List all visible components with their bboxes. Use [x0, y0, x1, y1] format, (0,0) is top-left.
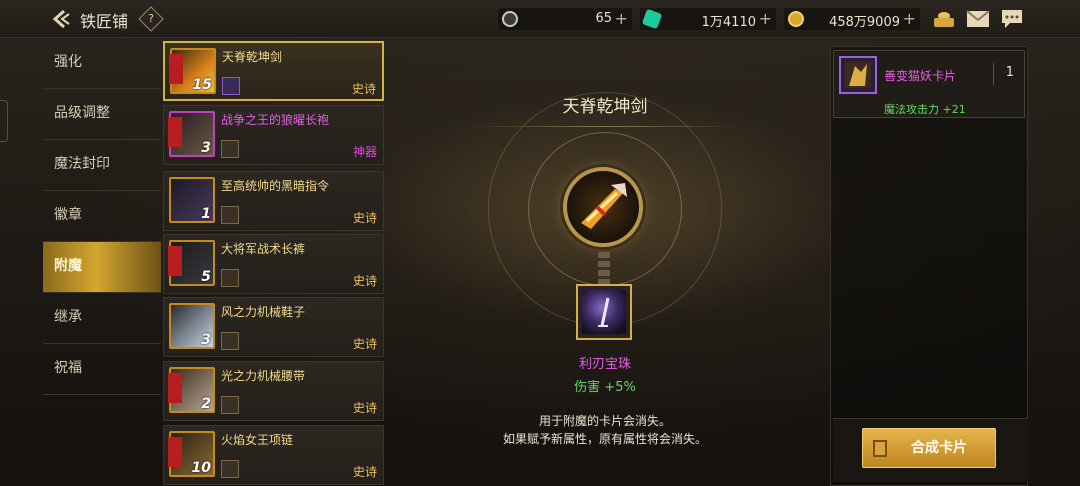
back-arrow-icon[interactable] [50, 8, 72, 30]
item-level: 5 [201, 269, 211, 285]
function-menu: 强化 品级调整 魔法封印 徽章 附魔 继承 祝福 [43, 38, 161, 486]
currency-gem: 1万4110 + [640, 8, 776, 30]
new-tag [168, 246, 182, 276]
synthesize-card-button[interactable]: 合成卡片 [862, 428, 996, 468]
menu-item-magic-seal[interactable]: 魔法封印 [43, 140, 161, 191]
item-level: 3 [201, 332, 211, 348]
list-item[interactable]: 2 光之力机械腰带 史诗 [163, 361, 384, 421]
item-name: 战争之王的狼曜长袍 [221, 113, 330, 127]
menu-item-grade-adjust[interactable]: 品级调整 [43, 89, 161, 140]
card-thumbnail [839, 56, 877, 94]
card-slot-icon [221, 269, 239, 287]
item-rarity: 史诗 [352, 465, 377, 479]
cards-icon [873, 440, 887, 457]
mail-icon[interactable] [966, 8, 990, 30]
orb-icon [582, 290, 626, 334]
item-thumbnail: 3 [169, 303, 215, 349]
page-title: 铁匠铺 [80, 12, 129, 31]
list-item[interactable]: 1 至高统帅的黑暗指令 史诗 [163, 171, 384, 231]
card-slot-icon [221, 460, 239, 478]
list-item[interactable]: 15 天脊乾坤剑 史诗 [163, 41, 384, 101]
enchant-notice: 用于附魔的卡片会消失。 如果赋予新属性，原有属性将会消失。 [470, 412, 740, 448]
card-count: 1 [1005, 65, 1014, 80]
new-tag [168, 437, 182, 467]
item-thumbnail: 10 [168, 431, 215, 477]
item-thumbnail: 15 [169, 48, 216, 94]
chain [598, 252, 610, 284]
divider [993, 63, 994, 85]
gem-icon [641, 8, 663, 30]
item-name: 至高统帅的黑暗指令 [221, 179, 330, 193]
new-tag [168, 373, 182, 403]
menu-item-enchant[interactable]: 附魔 [43, 242, 161, 293]
coin-icon [502, 11, 518, 27]
menu-item-inherit[interactable]: 继承 [43, 293, 161, 344]
enchant-card-name: 利刃宝珠 [578, 357, 631, 372]
gold-icon [788, 11, 804, 27]
item-rarity: 史诗 [352, 274, 377, 288]
currency-gem-value: 1万4110 [701, 15, 756, 30]
add-gold-button[interactable]: + [903, 9, 916, 28]
card-slot-icon [221, 140, 239, 158]
menu-item-bless[interactable]: 祝福 [43, 344, 161, 395]
card-slot-icon [221, 332, 239, 350]
item-name: 火焰女王项链 [221, 433, 294, 447]
menu-item-emblem[interactable]: 徽章 [43, 191, 161, 242]
list-item[interactable]: 3 风之力机械鞋子 史诗 [163, 297, 384, 357]
item-thumbnail: 1 [169, 177, 215, 223]
card-list-item[interactable]: 善变猫妖卡片 1 魔法攻击力 +21 [833, 50, 1025, 118]
new-tag [168, 117, 182, 147]
treasure-icon[interactable] [932, 8, 956, 30]
list-item[interactable]: 3 战争之王的狼曜长袍 神器 [163, 105, 384, 165]
menu-item-enhance[interactable]: 强化 [43, 38, 161, 89]
item-rarity: 史诗 [351, 82, 376, 96]
item-rarity: 史诗 [352, 401, 377, 415]
sword-icon [581, 183, 627, 229]
item-name: 光之力机械腰带 [221, 369, 306, 383]
card-name: 善变猫妖卡片 [884, 69, 957, 83]
card-slot-icon [221, 206, 239, 224]
synthesize-card-label: 合成卡片 [911, 440, 967, 456]
item-name: 风之力机械鞋子 [221, 305, 306, 319]
item-level: 1 [201, 206, 211, 222]
side-drawer-handle[interactable] [0, 100, 8, 142]
notice-line: 如果赋予新属性，原有属性将会消失。 [502, 432, 707, 446]
add-coin-button[interactable]: + [615, 9, 628, 28]
item-level: 10 [191, 460, 211, 476]
help-icon[interactable]: ? [138, 6, 164, 32]
currency-gold: 458万9009 + [784, 8, 920, 30]
cat-demon-icon [845, 62, 871, 88]
item-level: 2 [201, 396, 211, 412]
list-item[interactable]: 10 火焰女王项链 史诗 [163, 425, 384, 485]
card-slot-icon [222, 77, 240, 95]
item-thumbnail: 3 [168, 111, 215, 157]
chat-icon[interactable] [1000, 8, 1024, 30]
item-thumbnail: 2 [168, 367, 215, 413]
item-rarity: 史诗 [352, 337, 377, 351]
top-bar: 铁匠铺 ? 65 + 1万4110 + 458万9009 + [0, 0, 1080, 38]
item-level: 3 [201, 140, 211, 156]
notice-line: 用于附魔的卡片会消失。 [538, 414, 671, 428]
item-rarity: 史诗 [352, 211, 377, 225]
list-item[interactable]: 5 大将军战术长裤 史诗 [163, 234, 384, 294]
add-gem-button[interactable]: + [759, 9, 772, 28]
enchant-card-slot[interactable] [576, 284, 632, 340]
currency-gold-value: 458万9009 [829, 15, 900, 30]
card-stat: 魔法攻击力 +21 [884, 103, 966, 116]
currency-coin-value: 65 [595, 11, 612, 26]
card-slot-icon [221, 396, 239, 414]
item-level: 15 [192, 77, 212, 93]
item-name: 天脊乾坤剑 [222, 50, 283, 64]
enchant-card-stat: 伤害 +5% [574, 380, 636, 395]
new-tag [169, 54, 183, 84]
currency-coin: 65 + [498, 8, 632, 30]
item-name: 大将军战术长裤 [221, 242, 306, 256]
item-rarity: 神器 [352, 145, 377, 159]
weapon-slot[interactable] [563, 167, 643, 247]
item-thumbnail: 5 [168, 240, 215, 286]
